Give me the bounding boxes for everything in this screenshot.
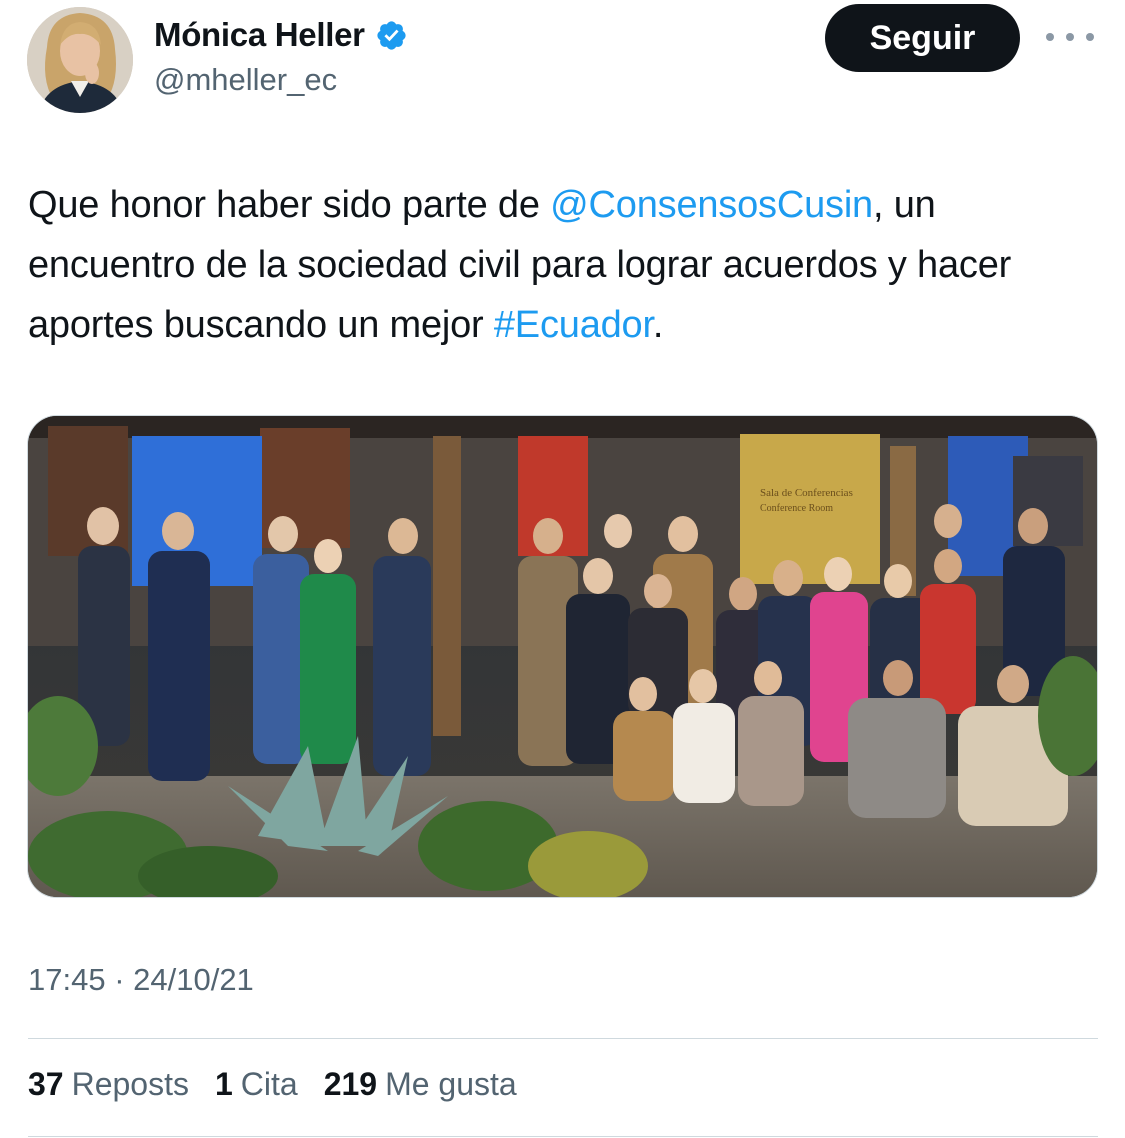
reposts-label: Reposts — [71, 1066, 189, 1102]
tweet-stats: 37 Reposts 1 Cita 219 Me gusta — [28, 1066, 543, 1103]
tweet-text-part: Que honor haber sido parte de — [28, 184, 551, 226]
quotes-label: Cita — [240, 1066, 298, 1102]
tweet-timestamp[interactable]: 17:45 · 24/10/21 — [28, 962, 254, 998]
tweet-text-part: . — [652, 304, 664, 346]
quotes-count: 1 — [214, 1066, 233, 1102]
likes-label: Me gusta — [385, 1066, 517, 1102]
likes-stat[interactable]: 219 Me gusta — [324, 1066, 517, 1103]
more-dot — [1066, 33, 1074, 41]
divider — [28, 1136, 1098, 1137]
author-name[interactable]: Mónica Heller — [154, 16, 365, 54]
avatar[interactable] — [27, 7, 133, 113]
more-options-icon[interactable] — [1046, 24, 1094, 50]
reposts-stat[interactable]: 37 Reposts — [28, 1066, 189, 1103]
sign-text-1: Sala de Conferencias — [760, 487, 853, 499]
quotes-stat[interactable]: 1 Cita — [215, 1066, 298, 1103]
mention-link[interactable]: @ConsensosCusin — [550, 184, 873, 226]
divider — [28, 1038, 1098, 1039]
tweet-text: Que honor haber sido parte de @Consensos… — [28, 175, 1098, 355]
reposts-count: 37 — [28, 1066, 64, 1102]
author-handle[interactable]: @mheller_ec — [154, 62, 337, 98]
tweet-photo[interactable]: Sala de Conferencias Conference Room — [27, 415, 1098, 898]
verified-badge-icon — [375, 19, 408, 52]
profile-photo — [27, 7, 133, 113]
more-dot — [1046, 33, 1054, 41]
likes-count: 219 — [323, 1066, 378, 1102]
sign-text-2: Conference Room — [760, 503, 833, 514]
author-name-row[interactable]: Mónica Heller — [154, 16, 408, 54]
tweet-header: Mónica Heller @mheller_ec Seguir — [0, 0, 1125, 120]
hashtag-link[interactable]: #Ecuador — [494, 304, 653, 346]
follow-button[interactable]: Seguir — [825, 4, 1020, 72]
group-photo-image: Sala de Conferencias Conference Room — [28, 416, 1097, 897]
more-dot — [1086, 33, 1094, 41]
